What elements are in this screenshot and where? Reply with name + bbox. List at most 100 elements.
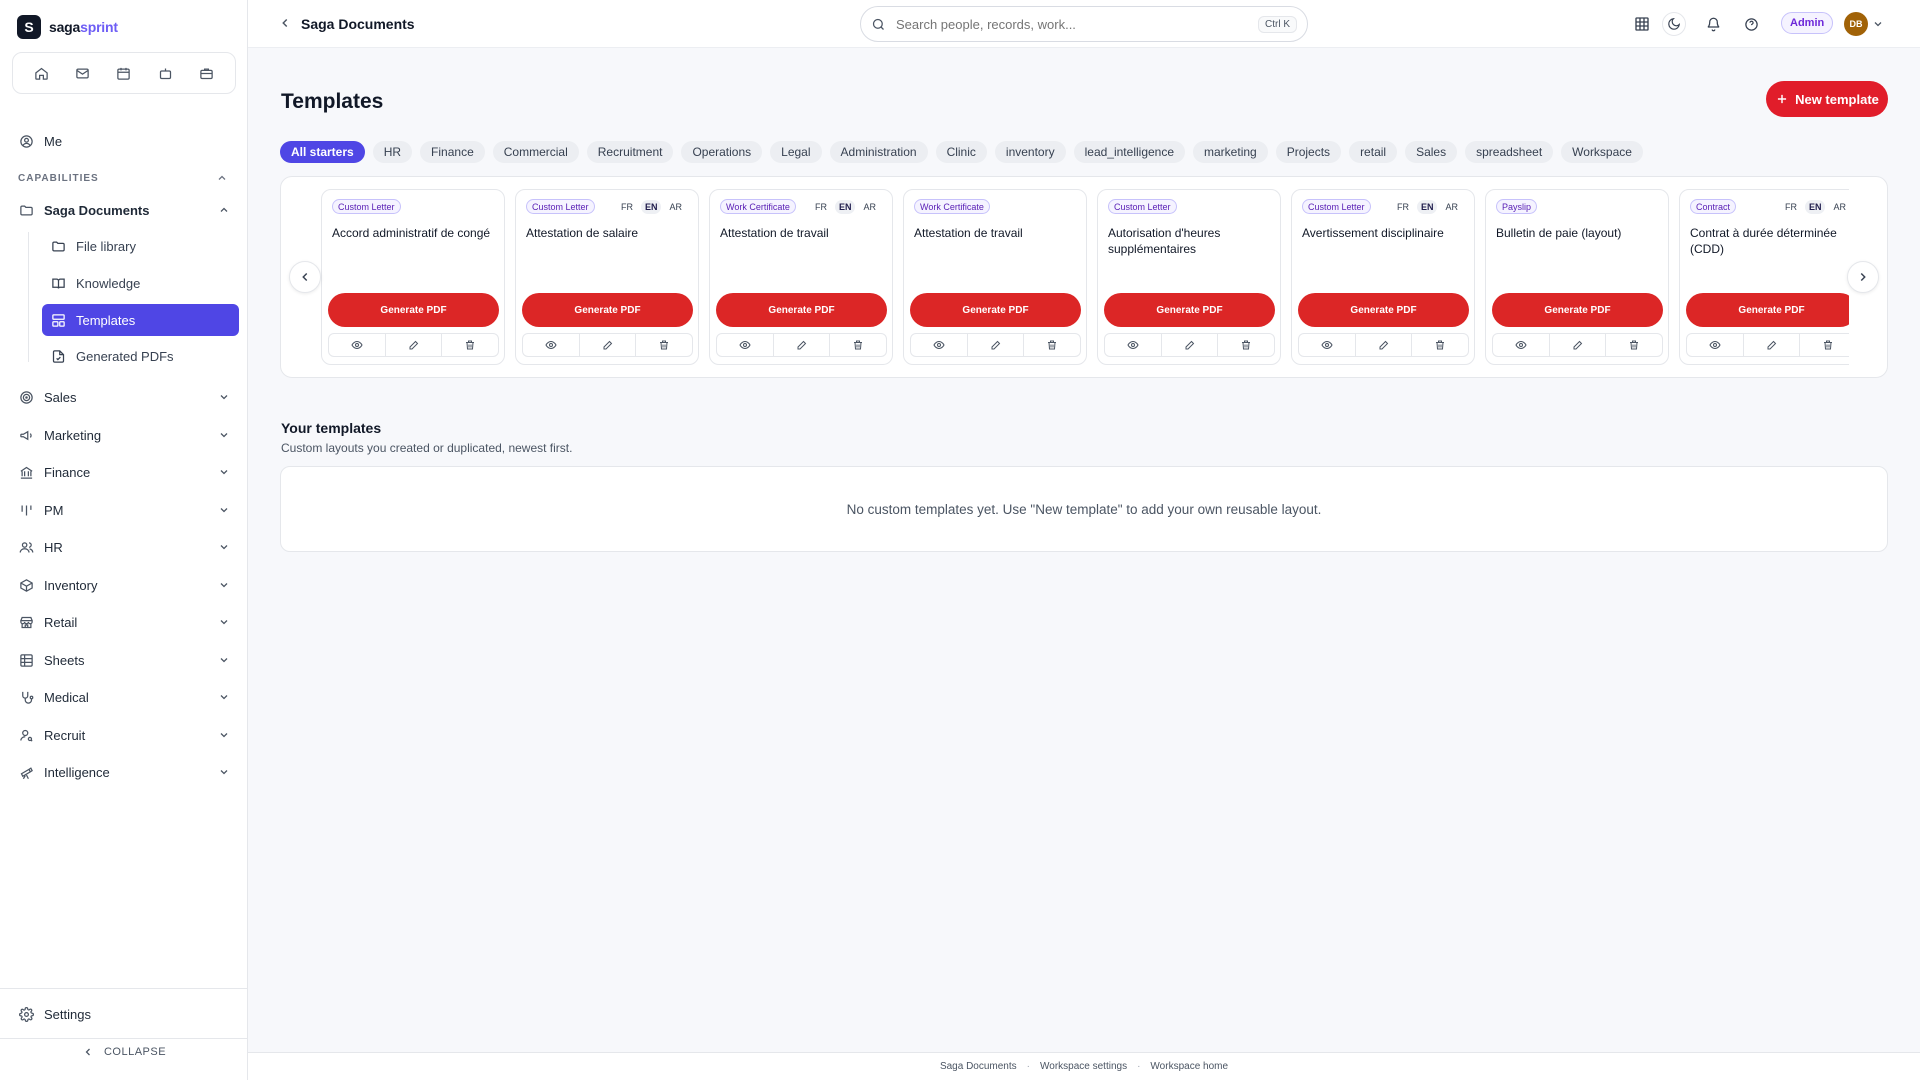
delete-trash-icon[interactable]	[1412, 334, 1468, 356]
sidebar-item-me[interactable]: Me	[18, 129, 230, 153]
sidebar-item-marketing[interactable]: Marketing	[18, 423, 230, 447]
preview-eye-icon[interactable]	[1687, 334, 1744, 356]
mail-icon[interactable]	[71, 61, 95, 85]
language-option[interactable]: AR	[859, 200, 880, 214]
avatar[interactable]: DB	[1844, 12, 1868, 36]
filter-chip[interactable]: spreadsheet	[1465, 141, 1554, 163]
generate-pdf-button[interactable]: Generate PDF	[1104, 293, 1275, 327]
template-card[interactable]: Payslip Bulletin de paie (layout) Genera…	[1485, 189, 1669, 365]
help-icon[interactable]	[1739, 12, 1763, 36]
filter-chip[interactable]: Sales	[1405, 141, 1458, 163]
filter-chip[interactable]: Clinic	[935, 141, 987, 163]
moon-icon[interactable]	[1662, 12, 1686, 36]
edit-pencil-icon[interactable]	[774, 334, 831, 356]
sidebar-item-templates[interactable]: Templates	[42, 304, 239, 336]
search-input[interactable]	[896, 16, 1248, 32]
app-logo[interactable]: S sagasprint	[17, 15, 118, 39]
filter-chip[interactable]: Operations	[681, 141, 763, 163]
sidebar-item-sales[interactable]: Sales	[18, 385, 230, 409]
carousel-next-button[interactable]	[1847, 261, 1879, 293]
bell-icon[interactable]	[1701, 12, 1725, 36]
generate-pdf-button[interactable]: Generate PDF	[910, 293, 1081, 327]
collapse-button[interactable]: COLLAPSE	[0, 1046, 248, 1058]
language-option[interactable]: EN	[640, 200, 662, 214]
filter-chip[interactable]: inventory	[994, 141, 1066, 163]
preview-eye-icon[interactable]	[1493, 334, 1550, 356]
grid-icon[interactable]	[1630, 12, 1654, 36]
filter-chip[interactable]: lead_intelligence	[1073, 141, 1186, 163]
filter-chip[interactable]: Legal	[770, 141, 822, 163]
footer-link[interactable]: Workspace home	[1150, 1061, 1228, 1072]
delete-trash-icon[interactable]	[1606, 334, 1662, 356]
language-option[interactable]: EN	[1804, 200, 1826, 214]
chevron-down-icon[interactable]	[1872, 18, 1884, 30]
delete-trash-icon[interactable]	[1024, 334, 1080, 356]
generate-pdf-button[interactable]: Generate PDF	[1686, 293, 1849, 327]
generate-pdf-button[interactable]: Generate PDF	[716, 293, 887, 327]
template-card[interactable]: Work Certificate FR EN AR Attestation de t…	[709, 189, 893, 365]
sidebar-item-retail[interactable]: Retail	[18, 610, 230, 634]
edit-pencil-icon[interactable]	[968, 334, 1025, 356]
chevron-up-icon[interactable]	[216, 172, 228, 184]
generate-pdf-button[interactable]: Generate PDF	[328, 293, 499, 327]
sidebar-item-sheets[interactable]: Sheets	[18, 648, 230, 672]
sidebar-item-knowledge[interactable]: Knowledge	[42, 267, 239, 299]
filter-chip[interactable]: Finance	[420, 141, 485, 163]
filter-chip[interactable]: Administration	[829, 141, 928, 163]
new-template-button[interactable]: New template	[1766, 81, 1888, 117]
sidebar-item-recruit[interactable]: Recruit	[18, 723, 230, 747]
template-card[interactable]: Custom Letter Accord administratif de co…	[321, 189, 505, 365]
language-option[interactable]: EN	[834, 200, 856, 214]
sidebar-item-file-library[interactable]: File library	[42, 230, 239, 262]
preview-eye-icon[interactable]	[717, 334, 774, 356]
sidebar-item-inventory[interactable]: Inventory	[18, 573, 230, 597]
language-option[interactable]: FR	[1393, 200, 1413, 214]
sidebar-item-medical[interactable]: Medical	[18, 685, 230, 709]
language-option[interactable]: AR	[1441, 200, 1462, 214]
filter-chip[interactable]: Projects	[1275, 141, 1342, 163]
language-option[interactable]: FR	[1781, 200, 1801, 214]
sidebar-item-saga-documents[interactable]: Saga Documents	[18, 198, 230, 222]
preview-eye-icon[interactable]	[523, 334, 580, 356]
carousel-prev-button[interactable]	[289, 261, 321, 293]
generate-pdf-button[interactable]: Generate PDF	[522, 293, 693, 327]
filter-chip[interactable]: HR	[372, 141, 413, 163]
template-card[interactable]: Custom Letter FR EN AR Avertissement disci…	[1291, 189, 1475, 365]
filter-chip[interactable]: All starters	[280, 141, 365, 163]
edit-pencil-icon[interactable]	[580, 334, 637, 356]
sidebar-item-finance[interactable]: Finance	[18, 460, 230, 484]
edit-pencil-icon[interactable]	[1356, 334, 1413, 356]
sidebar-item-settings[interactable]: Settings	[18, 1002, 230, 1026]
edit-pencil-icon[interactable]	[1744, 334, 1801, 356]
footer-link[interactable]: Saga Documents	[940, 1061, 1017, 1072]
home-icon[interactable]	[30, 61, 54, 85]
language-option[interactable]: FR	[617, 200, 637, 214]
language-option[interactable]: FR	[811, 200, 831, 214]
role-badge[interactable]: Admin	[1781, 12, 1834, 34]
preview-eye-icon[interactable]	[1105, 334, 1162, 356]
calendar-icon[interactable]	[112, 61, 136, 85]
filter-chip[interactable]: marketing	[1193, 141, 1268, 163]
filter-chip[interactable]: Commercial	[492, 141, 579, 163]
filter-chip[interactable]: Recruitment	[586, 141, 674, 163]
language-option[interactable]: AR	[1829, 200, 1849, 214]
search-bar[interactable]: Ctrl K	[860, 6, 1308, 42]
bot-icon[interactable]	[153, 61, 177, 85]
language-option[interactable]: AR	[665, 200, 686, 214]
template-card[interactable]: Work Certificate Attestation de travail …	[903, 189, 1087, 365]
delete-trash-icon[interactable]	[1218, 334, 1274, 356]
template-card[interactable]: Custom Letter FR EN AR Attestation de sala…	[515, 189, 699, 365]
template-card[interactable]: Custom Letter Autorisation d'heures supp…	[1097, 189, 1281, 365]
preview-eye-icon[interactable]	[1299, 334, 1356, 356]
edit-pencil-icon[interactable]	[1550, 334, 1607, 356]
delete-trash-icon[interactable]	[1800, 334, 1849, 356]
delete-trash-icon[interactable]	[442, 334, 498, 356]
edit-pencil-icon[interactable]	[386, 334, 443, 356]
footer-link[interactable]: Workspace settings	[1040, 1061, 1127, 1072]
preview-eye-icon[interactable]	[329, 334, 386, 356]
sidebar-item-hr[interactable]: HR	[18, 535, 230, 559]
sidebar-item-pm[interactable]: PM	[18, 498, 230, 522]
delete-trash-icon[interactable]	[636, 334, 692, 356]
preview-eye-icon[interactable]	[911, 334, 968, 356]
delete-trash-icon[interactable]	[830, 334, 886, 356]
